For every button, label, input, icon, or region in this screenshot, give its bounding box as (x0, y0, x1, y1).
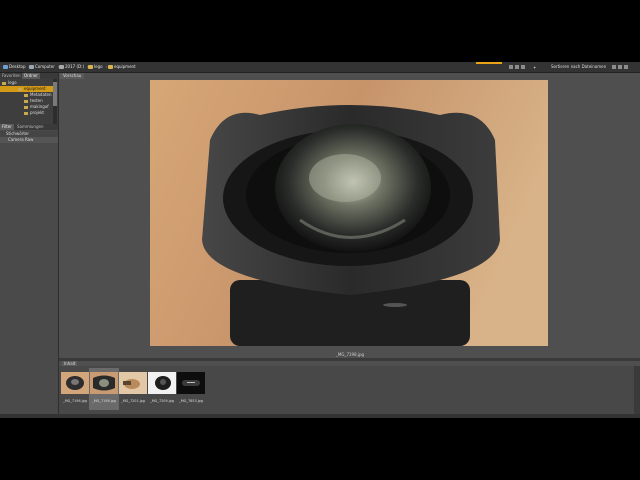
thumbnail-label: _MG_7196.jpg (63, 399, 87, 403)
thumbnail-image[interactable] (61, 372, 89, 394)
accent-highlight (476, 62, 502, 64)
thumbnail-image[interactable] (90, 372, 118, 394)
breadcrumb-desktop[interactable]: Desktop› (3, 64, 30, 70)
view-mode-buttons[interactable] (509, 64, 525, 70)
thumbnail-image[interactable] (177, 372, 205, 394)
section-tabs: Filter Sammlungen (0, 124, 58, 130)
folder-tree: lego equipment Metadaten testen makingof… (0, 79, 58, 128)
thumbnail-label: _MG_7201.jpg (121, 399, 145, 403)
folder-icon (108, 65, 113, 69)
tab-collections[interactable]: Sammlungen (15, 124, 46, 130)
thumbnail-image[interactable] (148, 372, 176, 394)
preview-caption: _MG_7198.jpg (335, 352, 365, 357)
new-folder-icon[interactable] (612, 65, 616, 69)
thumbnail-label: _MG_7209.jpg (150, 399, 174, 403)
rotate-icon[interactable] (618, 65, 622, 69)
panel-divider[interactable] (59, 358, 640, 361)
detail-view-icon[interactable] (521, 65, 525, 69)
keyword-row[interactable]: Camera Raw (0, 137, 58, 143)
folder-icon (24, 111, 28, 115)
filmstrip-scrollbar[interactable] (634, 366, 640, 414)
breadcrumb-equipment[interactable]: equipment (108, 64, 136, 70)
tree-node-projekt[interactable]: projekt (24, 110, 54, 116)
preview-image (150, 80, 548, 346)
scrollbar-thumb[interactable] (53, 82, 57, 106)
computer-icon (29, 65, 34, 69)
thumbnail-image[interactable] (119, 372, 147, 394)
folder-icon (24, 93, 28, 97)
folder-icon (2, 81, 6, 85)
folder-icon (88, 65, 93, 69)
list-view-icon[interactable] (515, 65, 519, 69)
grid-view-icon[interactable] (509, 65, 513, 69)
folder-icon (24, 105, 28, 109)
folder-icon (18, 87, 22, 91)
status-bar (0, 414, 640, 418)
desktop-icon (3, 65, 8, 69)
window-tools[interactable] (612, 64, 628, 70)
delete-icon[interactable] (624, 65, 628, 69)
drive-icon (59, 65, 64, 69)
thumbnail-label: _MG_7198.jpg (92, 399, 116, 403)
sort-menu[interactable]: Sortieren nach Dateinamen (551, 64, 606, 70)
tab-filter[interactable]: Filter (0, 124, 14, 130)
breadcrumb-drive[interactable]: 2017 (D:)› (59, 64, 89, 70)
breadcrumb-lego[interactable]: lego › (88, 64, 107, 70)
filter-star-button[interactable]: ✦ (533, 64, 536, 70)
thumbnail-label: _MG_7853.jpg (179, 399, 203, 403)
folder-icon (24, 99, 28, 103)
breadcrumb-computer[interactable]: Computer› (29, 64, 60, 70)
star-icon: ✦ (533, 64, 537, 70)
tree-scrollbar[interactable] (53, 79, 57, 128)
tab-preview[interactable]: Vorschau (60, 73, 85, 79)
